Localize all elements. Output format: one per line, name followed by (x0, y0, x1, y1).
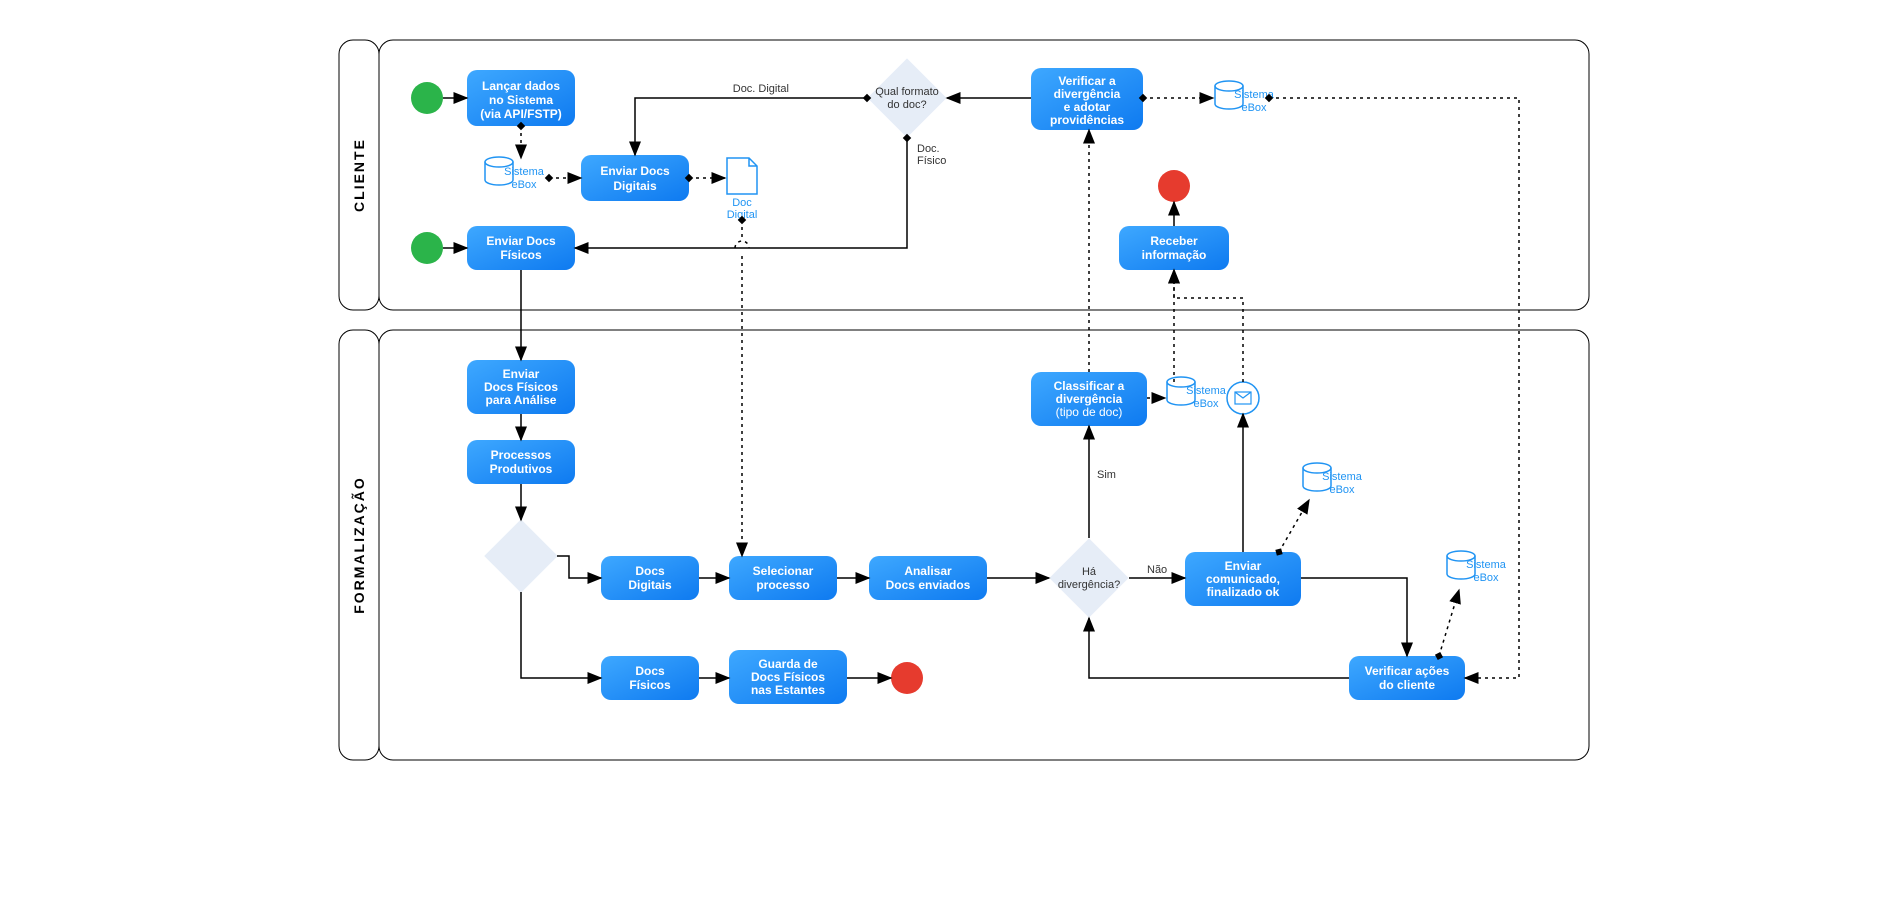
svg-text:Digitais: Digitais (613, 179, 657, 193)
start-event-1 (411, 82, 443, 114)
svg-text:Físicos: Físicos (629, 678, 671, 692)
start-event-2 (411, 232, 443, 264)
svg-text:para Análise: para Análise (485, 393, 556, 407)
svg-text:Sistema: Sistema (1322, 471, 1363, 483)
svg-text:Enviar: Enviar (1224, 559, 1261, 573)
svg-text:Sim: Sim (1097, 469, 1116, 481)
svg-text:Sistema: Sistema (1186, 385, 1227, 397)
svg-text:Docs: Docs (635, 664, 665, 678)
svg-text:Processos: Processos (490, 448, 551, 462)
svg-text:divergência?: divergência? (1057, 579, 1119, 591)
svg-text:providências: providências (1049, 113, 1123, 127)
task-docs-digitais: Docs Digitais (601, 556, 699, 600)
svg-text:Docs Físicos: Docs Físicos (750, 670, 824, 684)
svg-text:Físico: Físico (917, 155, 946, 167)
task-docs-fisicos: Docs Físicos (601, 656, 699, 700)
bpmn-diagram: CLIENTE FORMALIZAÇÃO Lançar dados no Sis… (169, 0, 1729, 880)
svg-text:eBox: eBox (1473, 572, 1499, 584)
svg-text:comunicado,: comunicado, (1205, 572, 1279, 586)
svg-text:do doc?: do doc? (887, 99, 926, 111)
svg-text:Docs Físicos: Docs Físicos (483, 380, 557, 394)
task-processos-produtivos: Processos Produtivos (467, 440, 575, 484)
task-lancar-dados: Lançar dados no Sistema (via API/FSTP) (467, 70, 575, 126)
task-enviar-comunicado: Enviar comunicado, finalizado ok (1185, 552, 1301, 606)
svg-text:Lançar dados: Lançar dados (481, 79, 559, 93)
svg-text:eBox: eBox (1241, 102, 1267, 114)
end-event-guarda (891, 662, 923, 694)
svg-text:Enviar Docs: Enviar Docs (600, 164, 670, 178)
task-enviar-fisicos: Enviar Docs Físicos (467, 226, 575, 270)
svg-text:Docs: Docs (635, 564, 665, 578)
svg-text:Analisar: Analisar (904, 564, 952, 578)
svg-text:CLIENTE: CLIENTE (351, 138, 367, 212)
task-verificar-divergencia: Verificar a divergência e adotar providê… (1031, 68, 1143, 130)
svg-text:divergência: divergência (1053, 87, 1120, 101)
svg-text:Sistema: Sistema (1466, 559, 1507, 571)
svg-text:eBox: eBox (511, 179, 537, 191)
svg-text:informação: informação (1141, 248, 1206, 262)
task-analisar: Analisar Docs enviados (869, 556, 987, 600)
svg-text:divergência: divergência (1055, 392, 1122, 406)
svg-text:Sistema: Sistema (1234, 89, 1275, 101)
svg-text:Selecionar: Selecionar (752, 564, 813, 578)
task-verificar-acoes: Verificar ações do cliente (1349, 656, 1465, 700)
task-receber-info: Receber informação (1119, 226, 1229, 270)
task-enviar-digitais: Enviar Docs Digitais (581, 155, 689, 201)
svg-text:Classificar a: Classificar a (1053, 379, 1124, 393)
task-enviar-fisicos-analise: Enviar Docs Físicos para Análise (467, 360, 575, 414)
svg-text:(via API/FSTP): (via API/FSTP) (480, 107, 562, 121)
task-guarda: Guarda de Docs Físicos nas Estantes (729, 650, 847, 704)
svg-text:Não: Não (1147, 564, 1167, 576)
svg-text:e adotar: e adotar (1063, 100, 1110, 114)
svg-text:Enviar Docs: Enviar Docs (486, 234, 556, 248)
svg-text:eBox: eBox (1193, 398, 1219, 410)
svg-text:Físicos: Físicos (500, 248, 542, 262)
message-event (1227, 382, 1259, 414)
svg-text:Digital: Digital (726, 209, 757, 221)
svg-text:Sistema: Sistema (504, 166, 545, 178)
svg-text:Produtivos: Produtivos (489, 462, 552, 476)
svg-text:Enviar: Enviar (502, 367, 539, 381)
svg-text:Guarda de: Guarda de (758, 657, 818, 671)
svg-text:no Sistema: no Sistema (488, 93, 552, 107)
svg-text:FORMALIZAÇÃO: FORMALIZAÇÃO (350, 476, 367, 614)
svg-text:finalizado ok: finalizado ok (1206, 585, 1279, 599)
svg-text:Doc.: Doc. (917, 143, 940, 155)
svg-text:eBox: eBox (1329, 484, 1355, 496)
end-event-cliente (1158, 170, 1190, 202)
svg-text:(tipo de doc): (tipo de doc) (1055, 405, 1122, 419)
svg-text:Docs enviados: Docs enviados (885, 578, 970, 592)
svg-text:Digitais: Digitais (628, 578, 672, 592)
svg-text:Doc. Digital: Doc. Digital (732, 83, 788, 95)
task-selecionar-processo: Selecionar processo (729, 556, 837, 600)
svg-text:nas Estantes: nas Estantes (750, 683, 824, 697)
svg-text:processo: processo (756, 578, 809, 592)
svg-text:Qual formato: Qual formato (875, 86, 939, 98)
svg-text:Receber: Receber (1150, 234, 1198, 248)
svg-text:Verificar a: Verificar a (1058, 74, 1116, 88)
svg-text:do cliente: do cliente (1378, 678, 1434, 692)
svg-text:Há: Há (1081, 566, 1096, 578)
svg-text:Verificar ações: Verificar ações (1364, 664, 1449, 678)
task-classificar: Classificar a divergência (tipo de doc) (1031, 372, 1147, 426)
svg-text:Doc: Doc (732, 197, 752, 209)
